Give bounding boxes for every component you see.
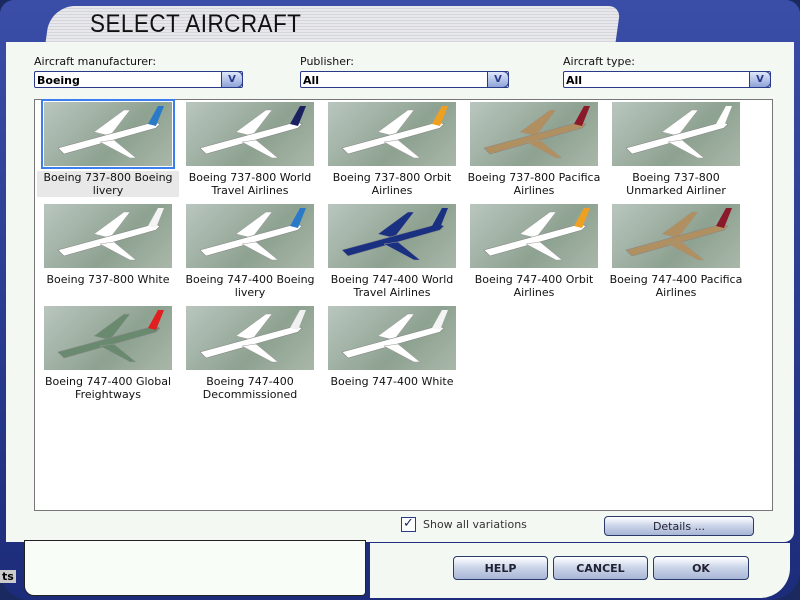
aircraft-name: Boeing 747-400 White (330, 375, 454, 388)
aircraft-name: Boeing 747-400 Boeing livery (185, 273, 315, 299)
airplane-icon (625, 208, 732, 261)
aircraft-type-value: All (566, 74, 583, 87)
aircraft-item[interactable]: Boeing 737-800 Boeing livery (37, 99, 179, 197)
aircraft-name: Boeing 747-400 Global Freightways (44, 375, 172, 401)
chevron-down-icon[interactable]: V (749, 71, 771, 88)
chevron-down-icon[interactable]: V (487, 71, 509, 88)
airplane-icon (341, 106, 448, 159)
aircraft-thumbnail[interactable] (470, 204, 598, 268)
aircraft-item[interactable]: Boeing 747-400 World Travel Airlines (321, 204, 463, 299)
help-button[interactable]: HELP (453, 556, 548, 580)
publisher-value: All (303, 74, 320, 87)
airplane-icon (341, 310, 448, 363)
aircraft-item[interactable]: Boeing 737-800 Pacifica Airlines (463, 102, 605, 197)
airplane-icon (199, 106, 306, 159)
manufacturer-label: Aircraft manufacturer: (34, 55, 157, 68)
aircraft-thumbnail[interactable] (470, 102, 598, 166)
aircraft-item[interactable]: Boeing 747-400 Global Freightways (37, 306, 179, 401)
aircraft-item[interactable]: Boeing 737-800 Orbit Airlines (321, 102, 463, 197)
aircraft-thumbnail[interactable] (41, 99, 175, 169)
aircraft-item[interactable]: Boeing 737-800 White (37, 204, 179, 286)
ok-button[interactable]: OK (653, 556, 749, 580)
aircraft-type-select[interactable]: All V (563, 71, 771, 88)
aircraft-name: Boeing 737-800 Orbit Airlines (332, 171, 452, 197)
aircraft-thumbnail[interactable] (186, 204, 314, 268)
taskbar-fragment: ts (0, 570, 16, 583)
aircraft-thumbnail[interactable] (612, 204, 740, 268)
publisher-select[interactable]: All V (300, 71, 509, 88)
aircraft-name: Boeing 737-800 White (46, 273, 170, 286)
aircraft-name: Boeing 747-400 World Travel Airlines (330, 273, 454, 299)
aircraft-name: Boeing 737-800 World Travel Airlines (188, 171, 312, 197)
aircraft-thumbnail[interactable] (44, 306, 172, 370)
aircraft-item[interactable]: Boeing 747-400 White (321, 306, 463, 388)
aircraft-item[interactable]: Boeing 747-400 Pacifica Airlines (605, 204, 747, 299)
aircraft-thumbnail[interactable] (328, 204, 456, 268)
airplane-icon (483, 208, 590, 261)
aircraft-name: Boeing 747-400 Decommissioned (202, 375, 298, 401)
cancel-button[interactable]: CANCEL (553, 556, 648, 580)
aircraft-thumbnail[interactable] (328, 102, 456, 166)
show-all-variations-checkbox[interactable]: ✓ (401, 517, 416, 532)
manufacturer-select[interactable]: Boeing V (34, 71, 243, 88)
airplane-icon (57, 310, 164, 363)
aircraft-name: Boeing 747-400 Orbit Airlines (474, 273, 594, 299)
aircraft-name: Boeing 737-800 Pacifica Airlines (467, 171, 601, 197)
aircraft-item[interactable]: Boeing 747-400 Boeing livery (179, 204, 321, 299)
publisher-label: Publisher: (300, 55, 355, 68)
status-panel (24, 540, 366, 596)
airplane-icon (57, 106, 164, 159)
dialog-title: SELECT AIRCRAFT (90, 10, 302, 38)
airplane-icon (625, 106, 732, 159)
chevron-down-icon[interactable]: V (221, 71, 243, 88)
aircraft-thumbnail[interactable] (186, 306, 314, 370)
airplane-icon (341, 208, 448, 261)
show-all-variations-label[interactable]: Show all variations (423, 518, 527, 531)
aircraft-thumbnail[interactable] (612, 102, 740, 166)
details-button[interactable]: Details ... (604, 516, 754, 536)
airplane-icon (199, 310, 306, 363)
airplane-icon (199, 208, 306, 261)
aircraft-item[interactable]: Boeing 747-400 Orbit Airlines (463, 204, 605, 299)
aircraft-item[interactable]: Boeing 747-400 Decommissioned (179, 306, 321, 401)
aircraft-thumbnail[interactable] (328, 306, 456, 370)
aircraft-item[interactable]: Boeing 737-800 Unmarked Airliner (605, 102, 747, 197)
aircraft-type-label: Aircraft type: (563, 55, 635, 68)
aircraft-name: Boeing 737-800 Unmarked Airliner (626, 171, 726, 197)
aircraft-name: Boeing 737-800 Boeing livery (37, 171, 179, 197)
aircraft-thumbnail[interactable] (44, 204, 172, 268)
aircraft-list[interactable]: Boeing 737-800 Boeing livery Boeing 737-… (34, 99, 773, 511)
aircraft-thumbnail[interactable] (186, 102, 314, 166)
aircraft-item[interactable]: Boeing 737-800 World Travel Airlines (179, 102, 321, 197)
aircraft-name: Boeing 747-400 Pacifica Airlines (609, 273, 743, 299)
airplane-icon (483, 106, 590, 159)
manufacturer-value: Boeing (37, 74, 80, 87)
airplane-icon (57, 208, 164, 261)
